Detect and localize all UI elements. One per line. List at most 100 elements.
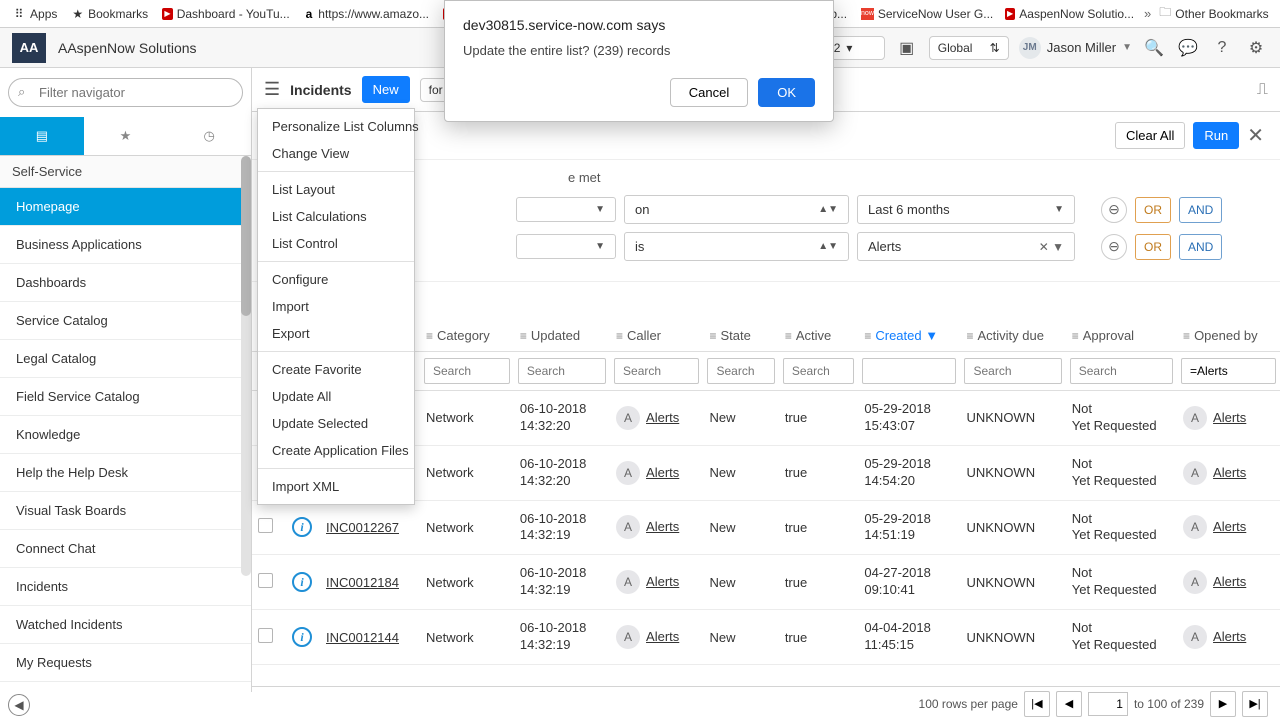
- preview-icon[interactable]: i: [292, 517, 312, 537]
- nav-tab-history[interactable]: ◷: [167, 117, 251, 155]
- nav-tab-favorites[interactable]: ★: [84, 117, 168, 155]
- fullscreen-icon[interactable]: ▣: [895, 36, 919, 60]
- column-header[interactable]: ≡Active: [779, 320, 859, 352]
- column-header[interactable]: ≡Created ▼: [858, 320, 960, 352]
- next-page-button[interactable]: ▶: [1210, 691, 1236, 717]
- and-button-1[interactable]: AND: [1179, 197, 1222, 223]
- back-button[interactable]: ◀: [8, 694, 30, 716]
- preview-icon[interactable]: i: [292, 627, 312, 647]
- nav-item-homepage[interactable]: Homepage: [0, 188, 251, 226]
- ctx-item-personalize-list-columns[interactable]: Personalize List Columns: [258, 113, 414, 140]
- cond-operator-2[interactable]: is▲▼: [624, 232, 849, 261]
- caller-link[interactable]: Alerts: [646, 465, 679, 480]
- app-logo[interactable]: AA: [12, 33, 46, 63]
- column-search-input[interactable]: [862, 358, 956, 384]
- ctx-item-update-selected[interactable]: Update Selected: [258, 410, 414, 437]
- ctx-item-configure[interactable]: Configure: [258, 266, 414, 293]
- nav-tab-all[interactable]: ▤: [0, 117, 84, 155]
- nav-section-self-service[interactable]: Self-Service: [0, 156, 251, 188]
- bookmark-bookmarks[interactable]: ★Bookmarks: [65, 3, 154, 25]
- column-search-input[interactable]: [424, 358, 510, 384]
- first-page-button[interactable]: |◀: [1024, 691, 1050, 717]
- nav-item-connect-chat[interactable]: Connect Chat: [0, 530, 251, 568]
- caller-link[interactable]: Alerts: [646, 629, 679, 644]
- cond-value-1[interactable]: Last 6 months▼: [857, 195, 1075, 224]
- nav-item-help-the-help-desk[interactable]: Help the Help Desk: [0, 454, 251, 492]
- column-header[interactable]: ≡Category: [420, 320, 514, 352]
- ctx-item-list-control[interactable]: List Control: [258, 230, 414, 257]
- nav-scrollbar[interactable]: [241, 156, 251, 576]
- user-menu[interactable]: JM Jason Miller ▼: [1019, 37, 1132, 59]
- column-search-input[interactable]: [707, 358, 774, 384]
- table-row[interactable]: iINC0012144Network06-10-201814:32:19AAle…: [252, 610, 1280, 665]
- nav-item-service-catalog[interactable]: Service Catalog: [0, 302, 251, 340]
- ctx-item-update-all[interactable]: Update All: [258, 383, 414, 410]
- cond-field-2[interactable]: ▼: [516, 234, 616, 259]
- bookmark-apps[interactable]: ⠿Apps: [6, 3, 63, 25]
- column-search-input[interactable]: [1070, 358, 1173, 384]
- column-search-input[interactable]: [1181, 358, 1276, 384]
- incident-number-link[interactable]: INC0012144: [326, 630, 399, 645]
- other-bookmarks[interactable]: 🗀Other Bookmarks: [1153, 3, 1274, 25]
- remove-condition-1[interactable]: ⊖: [1101, 197, 1127, 223]
- row-checkbox[interactable]: [258, 573, 273, 588]
- bookmark-yt-dash[interactable]: ▶Dashboard - YouTu...: [156, 4, 296, 24]
- column-header[interactable]: ≡Opened by: [1177, 320, 1280, 352]
- nav-item-knowledge[interactable]: Knowledge: [0, 416, 251, 454]
- or-button-1[interactable]: OR: [1135, 197, 1171, 223]
- scope-picker[interactable]: Global⇅: [929, 36, 1009, 60]
- bookmark-aaspennow[interactable]: ▶AaspenNow Solutio...: [999, 4, 1140, 24]
- page-input[interactable]: [1088, 692, 1128, 716]
- column-search-input[interactable]: [783, 358, 855, 384]
- column-search-input[interactable]: [964, 358, 1061, 384]
- dialog-ok-button[interactable]: OK: [758, 78, 815, 107]
- filter-navigator-input[interactable]: [8, 78, 243, 107]
- chat-icon[interactable]: 💬: [1176, 36, 1200, 60]
- caller-link[interactable]: Alerts: [646, 410, 679, 425]
- ctx-item-create-favorite[interactable]: Create Favorite: [258, 356, 414, 383]
- bookmark-amazon-1[interactable]: ahttps://www.amazo...: [298, 3, 435, 25]
- ctx-item-import[interactable]: Import: [258, 293, 414, 320]
- column-header[interactable]: ≡Updated: [514, 320, 610, 352]
- new-button[interactable]: New: [362, 76, 410, 103]
- nav-item-dashboards[interactable]: Dashboards: [0, 264, 251, 302]
- help-icon[interactable]: ?: [1210, 36, 1234, 60]
- column-header[interactable]: ≡Approval: [1066, 320, 1177, 352]
- caller-link[interactable]: Alerts: [646, 519, 679, 534]
- ctx-item-export[interactable]: Export: [258, 320, 414, 347]
- cond-operator-1[interactable]: on▲▼: [624, 195, 849, 224]
- dialog-cancel-button[interactable]: Cancel: [670, 78, 748, 107]
- prev-page-button[interactable]: ◀: [1056, 691, 1082, 717]
- clear-all-button[interactable]: Clear All: [1115, 122, 1185, 149]
- list-context-menu-icon[interactable]: ☰: [264, 79, 280, 100]
- search-icon[interactable]: 🔍: [1142, 36, 1166, 60]
- column-header[interactable]: ≡Caller: [610, 320, 703, 352]
- opened-by-link[interactable]: Alerts: [1213, 629, 1246, 644]
- ctx-item-create-application-files[interactable]: Create Application Files: [258, 437, 414, 464]
- caller-link[interactable]: Alerts: [646, 574, 679, 589]
- row-checkbox[interactable]: [258, 628, 273, 643]
- column-header[interactable]: ≡Activity due: [960, 320, 1065, 352]
- row-checkbox[interactable]: [258, 518, 273, 533]
- nav-item-requested-items[interactable]: Requested Items: [0, 682, 251, 692]
- preview-icon[interactable]: i: [292, 572, 312, 592]
- nav-item-watched-incidents[interactable]: Watched Incidents: [0, 606, 251, 644]
- column-search-input[interactable]: [518, 358, 606, 384]
- cond-field-1[interactable]: ▼: [516, 197, 616, 222]
- bookmark-overflow-icon[interactable]: »: [1144, 6, 1151, 21]
- run-button[interactable]: Run: [1193, 122, 1239, 149]
- rows-per-page[interactable]: 100 rows per page: [919, 697, 1018, 711]
- nav-item-incidents[interactable]: Incidents: [0, 568, 251, 606]
- cond-value-2[interactable]: Alerts✕ ▼: [857, 232, 1075, 261]
- activity-stream-icon[interactable]: ⎍: [1257, 81, 1268, 99]
- nav-item-business-applications[interactable]: Business Applications: [0, 226, 251, 264]
- nav-item-legal-catalog[interactable]: Legal Catalog: [0, 340, 251, 378]
- nav-item-visual-task-boards[interactable]: Visual Task Boards: [0, 492, 251, 530]
- opened-by-link[interactable]: Alerts: [1213, 410, 1246, 425]
- opened-by-link[interactable]: Alerts: [1213, 519, 1246, 534]
- nav-item-field-service-catalog[interactable]: Field Service Catalog: [0, 378, 251, 416]
- incident-number-link[interactable]: INC0012267: [326, 520, 399, 535]
- table-row[interactable]: iINC0012267Network06-10-201814:32:19AAle…: [252, 500, 1280, 555]
- opened-by-link[interactable]: Alerts: [1213, 574, 1246, 589]
- last-page-button[interactable]: ▶|: [1242, 691, 1268, 717]
